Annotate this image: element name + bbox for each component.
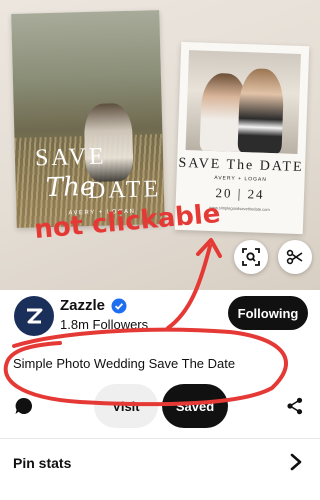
creator-avatar[interactable] [14,296,54,336]
pin-stats-row[interactable]: Pin stats [0,440,320,484]
follower-count: 1.8m Followers [60,317,149,332]
pin-stats-label: Pin stats [13,455,72,471]
visit-button[interactable]: Visit [94,384,158,428]
share-icon[interactable] [286,397,304,415]
card-right-footer: www.simplegoodsavethedate.com [209,204,270,213]
comment-icon[interactable] [14,396,34,416]
following-button[interactable]: Following [228,296,308,330]
scissors-icon [286,249,303,265]
lens-icon [242,248,260,266]
card-left-date-text: DATE [87,176,162,205]
save-the-date-card-photo: SAVE The DATE AVERY + LOGAN [11,10,165,228]
card-right-date: 20 | 24 [215,185,265,202]
card-right-title: SAVE The DATE [178,155,304,176]
action-bar: Visit Saved [0,382,320,430]
pin-image[interactable]: SAVE The DATE AVERY + LOGAN SAVE The DAT… [0,0,320,290]
divider [0,438,320,439]
card-left-save-text: SAVE [34,143,107,172]
creator-name-row[interactable]: Zazzle [60,297,127,314]
cutout-button[interactable] [278,240,312,274]
save-the-date-card-white: SAVE The DATE AVERY + LOGAN 20 | 24 www.… [174,41,310,235]
saved-button[interactable]: Saved [162,384,228,428]
couple-photo [185,50,301,154]
bride-figure [237,67,285,154]
visual-search-button[interactable] [234,240,268,274]
zazzle-logo-icon [27,308,43,324]
pin-title: Simple Photo Wedding Save The Date [13,356,236,371]
chevron-right-icon [290,453,302,471]
creator-name[interactable]: Zazzle [60,297,105,314]
verified-badge-icon [111,298,127,313]
